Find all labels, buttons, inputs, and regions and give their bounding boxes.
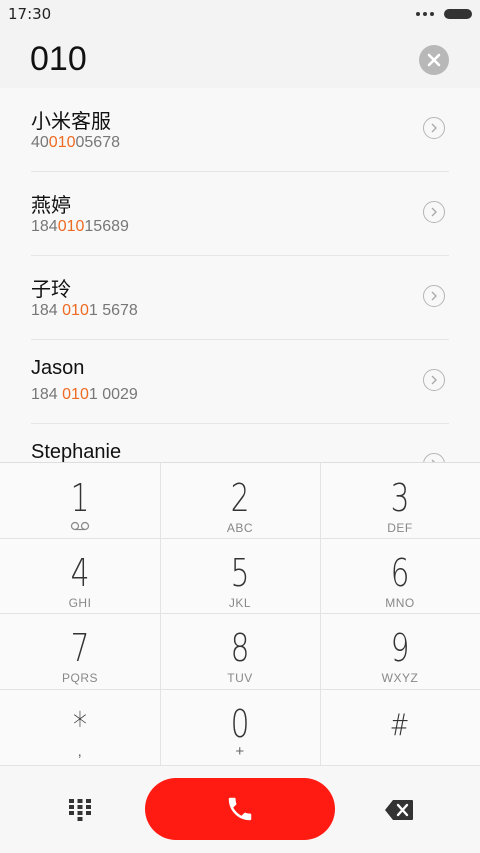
key-1[interactable]: 1 [0, 463, 160, 538]
key-letters: GHI [68, 596, 92, 610]
key-digit: 1 [70, 476, 90, 520]
contact-number: 184 0101 5678 [31, 302, 138, 319]
status-bar: 17:30 [0, 0, 480, 28]
key-letters: MNO [385, 596, 415, 610]
contact-results-list[interactable]: 小米客服 4001005678 燕婷 18401015689 子玲 184 01… [0, 88, 480, 462]
battery-icon [444, 9, 472, 19]
key-4[interactable]: 4 GHI [0, 538, 160, 613]
status-indicators [416, 9, 472, 19]
key-letters: WXYZ [381, 671, 419, 685]
key-letters: ABC [226, 521, 254, 535]
contact-detail-button[interactable] [423, 117, 445, 139]
key-letters: JKL [228, 596, 252, 610]
key-6[interactable]: 6 MNO [320, 538, 480, 613]
key-5[interactable]: 5 JKL [160, 538, 320, 613]
contact-number: 18401015689 [31, 218, 129, 235]
contact-row-4[interactable]: Jason 184 0101 0029 [31, 340, 449, 424]
clear-icon [427, 53, 441, 67]
contact-row-5[interactable]: Stephanie [31, 424, 449, 462]
backspace-button[interactable] [384, 799, 414, 821]
contact-row-1[interactable]: 小米客服 4001005678 [31, 88, 449, 172]
key-digit: 9 [390, 626, 410, 670]
clear-button[interactable] [419, 45, 449, 75]
backspace-icon [385, 800, 413, 820]
key-letters: PQRS [61, 671, 98, 685]
key-9[interactable]: 9 WXYZ [320, 613, 480, 688]
dial-keypad: 1 2 ABC 3 DEF 4 GHI 5 JKL 6 MNO 7 PQRS 8… [0, 462, 480, 766]
contact-name: Jason [31, 357, 85, 379]
chevron-right-icon [431, 375, 437, 385]
chevron-right-icon [431, 291, 437, 301]
key-hash[interactable]: # [320, 689, 480, 764]
key-digit: 7 [70, 626, 90, 670]
phone-icon [228, 797, 252, 821]
key-digit: 3 [390, 476, 410, 520]
more-dots-icon [416, 12, 434, 16]
key-letters: TUV [227, 671, 253, 685]
key-letters: DEF [387, 521, 413, 535]
dial-input-bar: 010 [0, 28, 480, 89]
contact-name: 子玲 [31, 279, 71, 301]
key-digit: * [72, 705, 88, 746]
key-digit: 2 [230, 476, 250, 520]
dialpad-toggle-button[interactable] [66, 796, 94, 824]
key-2[interactable]: 2 ABC [160, 463, 320, 538]
key-0[interactable]: 0 + [160, 689, 320, 764]
key-digit: 4 [70, 551, 90, 595]
contact-number: 184 0101 0029 [31, 386, 138, 403]
key-digit: 5 [230, 551, 250, 595]
contact-number: 4001005678 [31, 134, 120, 151]
key-digit: 8 [230, 626, 250, 670]
contact-detail-button[interactable] [423, 285, 445, 307]
contact-name: 燕婷 [31, 195, 71, 217]
key-8[interactable]: 8 TUV [160, 613, 320, 688]
contact-detail-button[interactable] [423, 201, 445, 223]
contact-detail-button[interactable] [423, 453, 445, 462]
key-star[interactable]: * , [0, 689, 160, 764]
key-7[interactable]: 7 PQRS [0, 613, 160, 688]
key-digit: 0 [230, 702, 250, 746]
key-digit: # [390, 708, 410, 743]
dialpad-icon [69, 799, 91, 821]
contact-name: Stephanie [31, 441, 122, 462]
chevron-right-icon [431, 123, 437, 133]
contact-row-3[interactable]: 子玲 184 0101 5678 [31, 256, 449, 340]
call-button[interactable] [145, 778, 335, 840]
key-digit: 6 [390, 551, 410, 595]
contact-row-2[interactable]: 燕婷 18401015689 [31, 172, 449, 256]
dialer-action-bar [0, 765, 480, 853]
status-time: 17:30 [8, 5, 52, 23]
key-3[interactable]: 3 DEF [320, 463, 480, 538]
contact-detail-button[interactable] [423, 369, 445, 391]
contact-name: 小米客服 [31, 111, 111, 133]
voicemail-icon [70, 521, 90, 531]
dialed-number-input[interactable]: 010 [30, 40, 87, 79]
chevron-right-icon [431, 207, 437, 217]
